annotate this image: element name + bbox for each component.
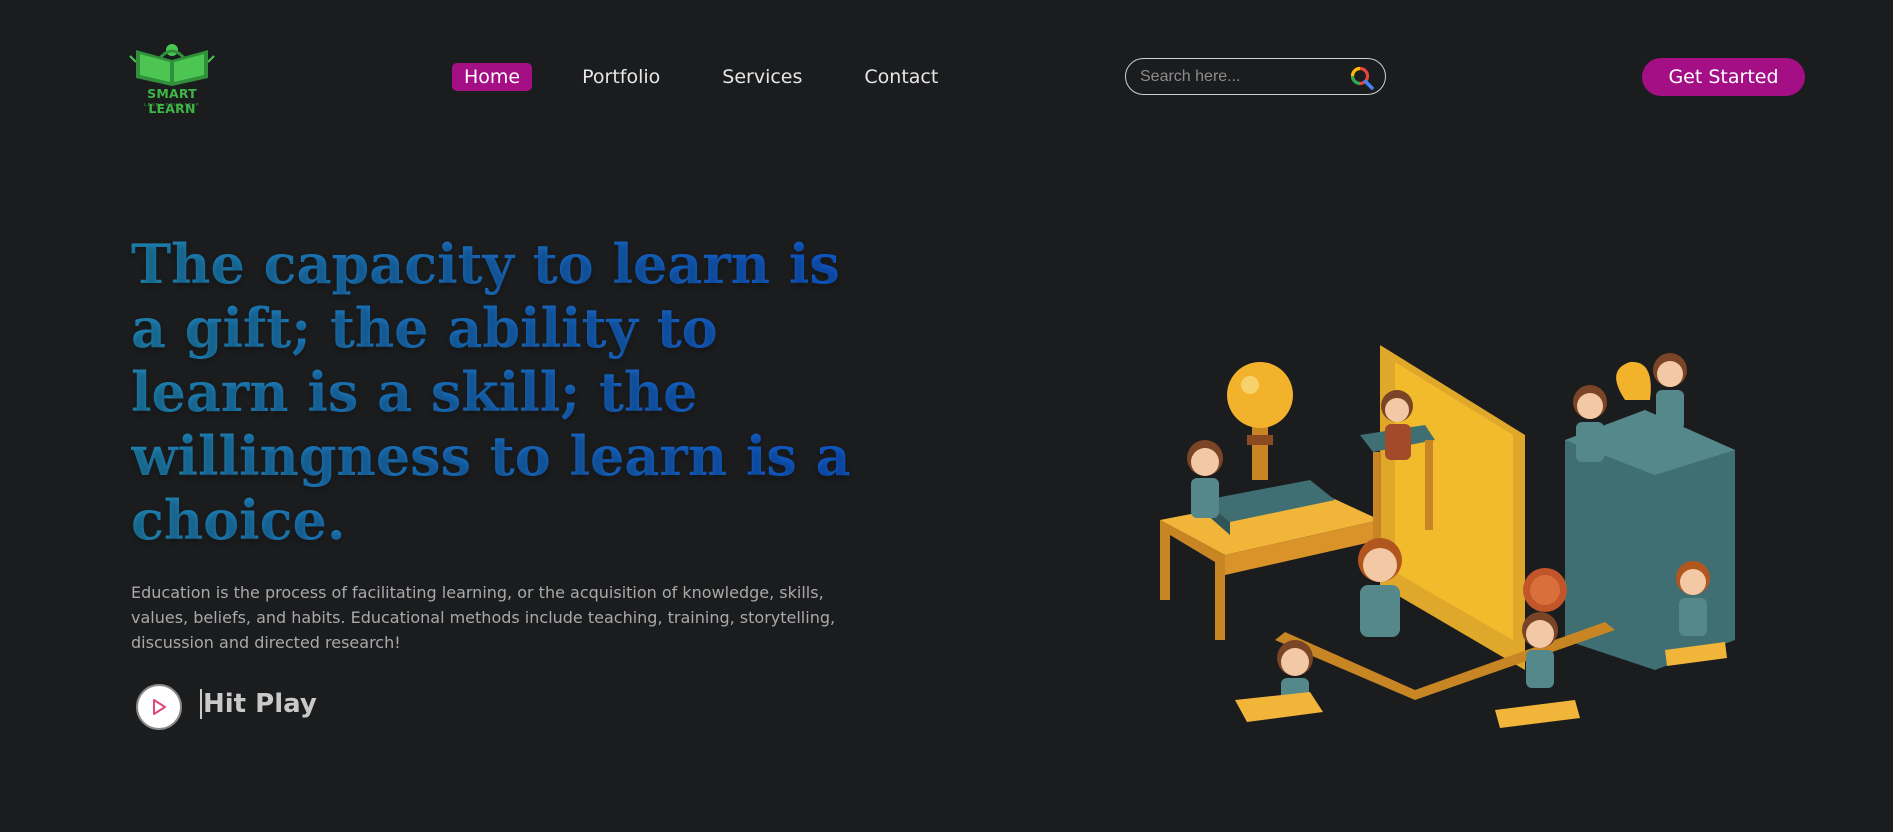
hero-description: Education is the process of facilitating… xyxy=(131,583,836,652)
children-learning-illustration xyxy=(1160,345,1735,728)
book-logo-icon xyxy=(129,44,215,86)
nav-item-contact[interactable]: Contact xyxy=(852,63,950,91)
brand-logo[interactable]: SMART LEARN LEVEL YOUR SELF xyxy=(122,40,222,116)
main-nav: Home Portfolio Services Contact xyxy=(452,63,988,91)
hero-title: The capacity to learn is a gift; the abi… xyxy=(131,232,891,552)
brand-tagline: LEVEL YOUR SELF xyxy=(144,102,200,107)
search-icon[interactable] xyxy=(1349,65,1375,91)
hit-play-label[interactable]: Hit Play xyxy=(200,689,317,719)
get-started-button[interactable]: Get Started xyxy=(1642,58,1805,96)
nav-item-services[interactable]: Services xyxy=(710,63,814,91)
play-button[interactable] xyxy=(136,684,182,730)
nav-item-home[interactable]: Home xyxy=(452,63,533,91)
play-icon xyxy=(153,699,166,715)
search-box xyxy=(1125,58,1386,95)
search-input[interactable] xyxy=(1138,65,1342,89)
nav-item-portfolio[interactable]: Portfolio xyxy=(570,63,672,91)
brand-name: SMART LEARN xyxy=(147,86,197,116)
